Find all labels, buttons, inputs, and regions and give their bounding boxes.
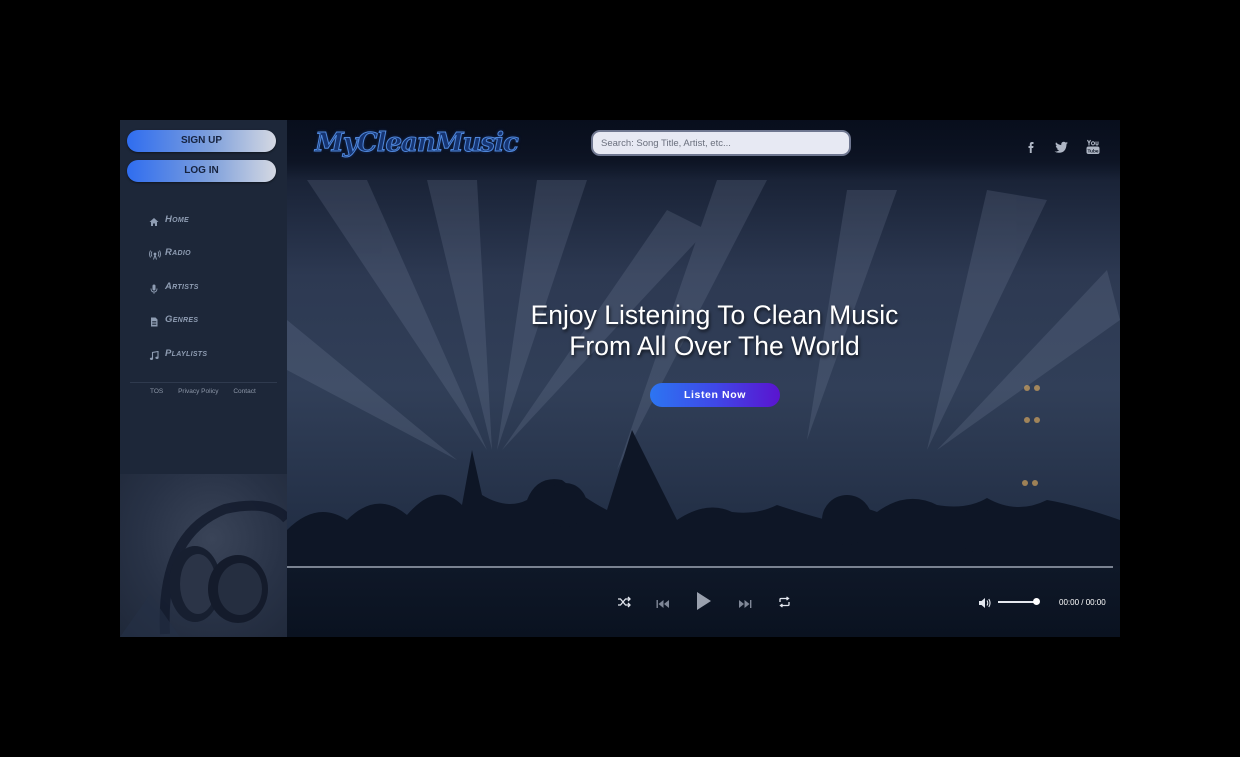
contact-link[interactable]: Contact bbox=[233, 388, 255, 395]
sidebar-item-genres[interactable]: Genres bbox=[149, 310, 269, 328]
main-area: MyCleanMusic Tube Enjoy Listening To Cle… bbox=[287, 120, 1120, 637]
hero-banner: MyCleanMusic Tube Enjoy Listening To Cle… bbox=[287, 120, 1120, 566]
hero-headline-line2: From All Over The World bbox=[569, 331, 860, 361]
signup-button[interactable]: SIGN UP bbox=[127, 130, 276, 152]
sidebar-item-label: Playlists bbox=[165, 347, 208, 359]
sidebar-item-label: Artists bbox=[165, 280, 199, 292]
home-icon bbox=[149, 214, 159, 226]
time-display: 00:00 / 00:00 bbox=[1059, 598, 1106, 607]
search-input[interactable] bbox=[591, 130, 851, 156]
sidebar: SIGN UP LOG IN Home Radio Artists Genres… bbox=[120, 120, 287, 637]
youtube-icon[interactable]: Tube bbox=[1085, 139, 1101, 155]
volume-slider-handle[interactable] bbox=[1033, 598, 1040, 605]
header-bar: MyCleanMusic Tube bbox=[287, 120, 1120, 180]
progress-bar[interactable] bbox=[287, 566, 1113, 568]
previous-track-icon[interactable] bbox=[656, 596, 670, 614]
sidebar-item-artists[interactable]: Artists bbox=[149, 277, 269, 295]
repeat-icon[interactable] bbox=[778, 595, 791, 613]
login-button[interactable]: LOG IN bbox=[127, 160, 276, 182]
headphones-image bbox=[120, 474, 287, 637]
app-window: SIGN UP LOG IN Home Radio Artists Genres… bbox=[120, 120, 1120, 637]
sidebar-item-label: Genres bbox=[165, 313, 199, 325]
sidebar-item-label: Home bbox=[165, 213, 190, 225]
facebook-icon[interactable] bbox=[1023, 139, 1039, 155]
tos-link[interactable]: TOS bbox=[150, 388, 163, 395]
microphone-icon bbox=[149, 281, 159, 294]
svg-text:Tube: Tube bbox=[1087, 148, 1098, 154]
twitter-icon[interactable] bbox=[1053, 139, 1069, 155]
sidebar-item-radio[interactable]: Radio bbox=[149, 243, 269, 261]
sidebar-divider bbox=[130, 382, 277, 383]
privacy-policy-link[interactable]: Privacy Policy bbox=[178, 388, 218, 395]
audio-player: 00:00 / 00:00 bbox=[287, 566, 1120, 637]
hero-headline-line1: Enjoy Listening To Clean Music bbox=[530, 300, 899, 330]
sidebar-item-playlists[interactable]: Playlists bbox=[149, 344, 269, 362]
volume-icon[interactable] bbox=[978, 596, 992, 614]
document-icon bbox=[149, 314, 159, 327]
listen-now-button[interactable]: Listen Now bbox=[650, 383, 780, 407]
next-track-icon[interactable] bbox=[738, 596, 752, 614]
sidebar-item-home[interactable]: Home bbox=[149, 210, 269, 228]
shuffle-icon[interactable] bbox=[617, 595, 631, 613]
sidebar-item-label: Radio bbox=[165, 246, 191, 258]
site-logo[interactable]: MyCleanMusic bbox=[315, 128, 520, 159]
hero-headline: Enjoy Listening To Clean Music From All … bbox=[287, 300, 1120, 362]
music-note-icon bbox=[149, 348, 159, 360]
play-icon[interactable] bbox=[696, 591, 712, 616]
footer-links: TOS Privacy Policy Contact bbox=[150, 388, 269, 395]
radio-icon bbox=[149, 247, 161, 260]
volume-slider-track[interactable] bbox=[998, 601, 1036, 603]
